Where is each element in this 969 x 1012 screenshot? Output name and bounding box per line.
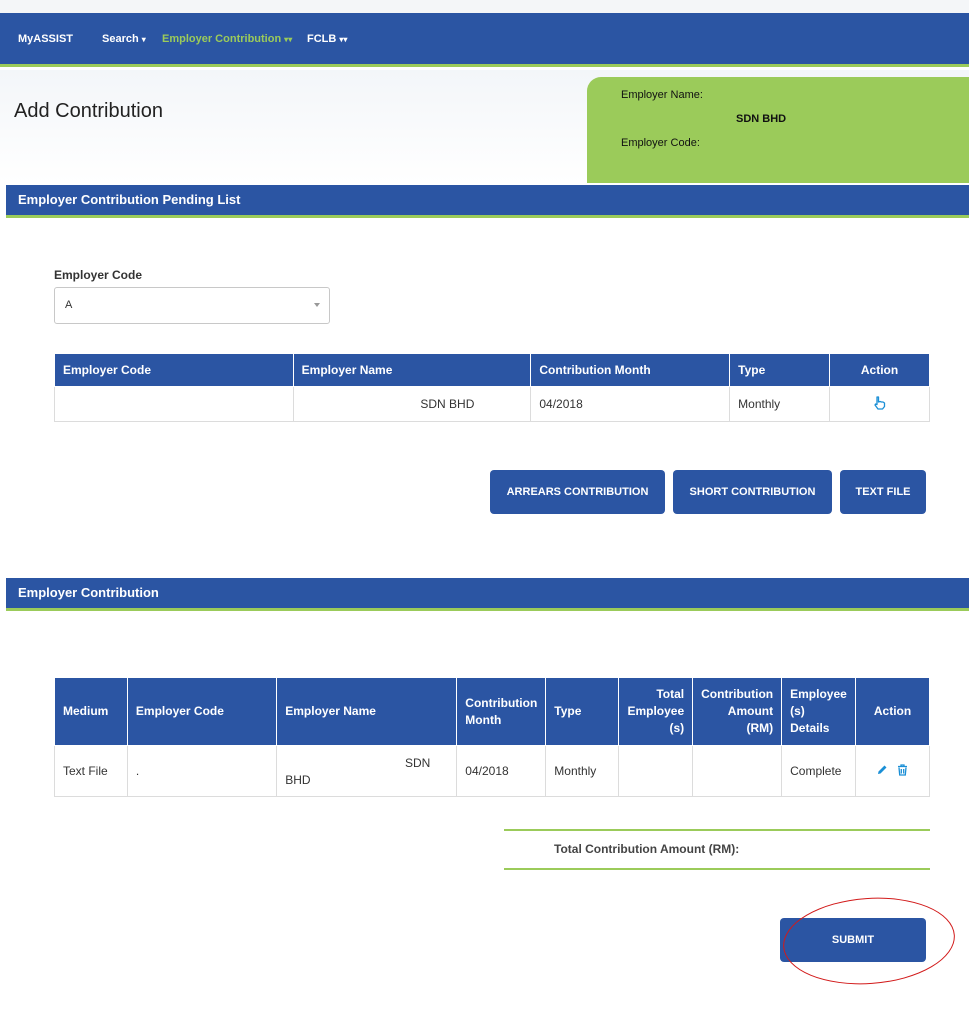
pointer-hand-icon[interactable] bbox=[873, 395, 886, 413]
employer-code-select-value: A bbox=[65, 299, 73, 311]
dropdown-arrow-icon bbox=[314, 303, 320, 307]
cell-contribution-month: 04/2018 bbox=[530, 386, 731, 422]
column-header: Employee (s) Details bbox=[781, 677, 857, 746]
cell-employer-name: SDN BHD bbox=[292, 386, 532, 422]
column-header: Contribution Amount (RM) bbox=[692, 677, 783, 746]
total-divider-top bbox=[504, 829, 930, 831]
table-row: SDN BHD 04/2018 Monthly bbox=[54, 386, 930, 422]
nav-search-label: Search bbox=[102, 33, 139, 45]
short-contribution-button[interactable]: SHORT CONTRIBUTION bbox=[673, 470, 832, 514]
cell-total-employees bbox=[618, 745, 694, 797]
cell-employer-code bbox=[54, 386, 294, 422]
cell-contribution-month: 04/2018 bbox=[456, 745, 547, 797]
top-strip bbox=[0, 0, 969, 13]
cell-type: Monthly bbox=[545, 745, 620, 797]
cell-contribution-amount bbox=[692, 745, 783, 797]
pending-list-table: Employer Code Employer Name Contribution… bbox=[54, 353, 930, 422]
page: MyASSIST Search ▾ Employer Contribution ▾▾… bbox=[0, 0, 969, 1012]
column-header: Type bbox=[545, 677, 620, 746]
employer-code-select[interactable]: A bbox=[54, 287, 330, 324]
cell-action bbox=[855, 745, 930, 797]
employer-contribution-table: Medium Employer Code Employer Name Contr… bbox=[54, 677, 930, 797]
trash-icon[interactable] bbox=[897, 764, 908, 779]
cell-employee-details: Complete bbox=[781, 745, 857, 797]
employer-contribution-header: Employer Contribution bbox=[6, 578, 969, 611]
employer-name-line2: BHD bbox=[285, 772, 311, 787]
nav-brand[interactable]: MyASSIST bbox=[18, 33, 73, 45]
column-header: Contribution Month bbox=[530, 353, 731, 387]
nav-employer-contribution[interactable]: Employer Contribution ▾▾ bbox=[162, 33, 292, 45]
annotation-circle bbox=[780, 892, 958, 990]
table-row: Text File . SDN BHD 04/2018 Monthly Comp… bbox=[54, 745, 930, 797]
employer-code-filter-label: Employer Code bbox=[54, 268, 143, 282]
arrears-contribution-button[interactable]: ARREARS CONTRIBUTION bbox=[490, 470, 665, 514]
employer-name-label: Employer Name: bbox=[621, 89, 703, 101]
column-header: Employer Name bbox=[292, 353, 532, 387]
pencil-icon[interactable] bbox=[877, 764, 888, 778]
employer-name-value: SDN BHD bbox=[736, 113, 787, 125]
chevron-down-icon: ▾▾ bbox=[339, 34, 348, 44]
column-header: Action bbox=[829, 353, 930, 387]
cell-employer-code: . bbox=[126, 745, 278, 797]
chevron-down-icon: ▾ bbox=[141, 34, 146, 44]
cell-type: Monthly bbox=[729, 386, 831, 422]
nav-employer-contribution-label: Employer Contribution bbox=[162, 33, 282, 45]
cell-medium: Text File bbox=[54, 745, 128, 797]
column-header: Contribution Month bbox=[456, 677, 547, 746]
column-header: Action bbox=[855, 677, 930, 746]
top-navbar: MyASSIST Search ▾ Employer Contribution ▾▾… bbox=[0, 13, 969, 67]
cell-action bbox=[829, 386, 930, 422]
column-header: Employer Name bbox=[276, 677, 458, 746]
cell-employer-name: SDN BHD bbox=[276, 745, 458, 797]
column-header: Type bbox=[729, 353, 831, 387]
column-header: Medium bbox=[54, 677, 128, 746]
table-header-row: Employer Code Employer Name Contribution… bbox=[54, 353, 930, 387]
nav-search[interactable]: Search ▾ bbox=[102, 33, 146, 45]
chevron-down-icon: ▾▾ bbox=[284, 34, 293, 44]
employer-code-label: Employer Code: bbox=[621, 137, 700, 149]
employer-info-panel: Employer Name: SDN BHD Employer Code: bbox=[587, 77, 969, 183]
nav-fclb[interactable]: FCLB ▾▾ bbox=[307, 33, 347, 45]
text-file-button[interactable]: TEXT FILE bbox=[840, 470, 926, 514]
total-contribution-label: Total Contribution Amount (RM): bbox=[554, 842, 740, 856]
column-header: Employer Code bbox=[54, 353, 294, 387]
nav-fclb-label: FCLB bbox=[307, 33, 337, 45]
column-header: Employer Code bbox=[126, 677, 278, 746]
column-header: Total Employee (s) bbox=[618, 677, 694, 746]
total-divider-bottom bbox=[504, 868, 930, 870]
pending-list-header: Employer Contribution Pending List bbox=[6, 185, 969, 218]
employer-name-line1: SDN bbox=[404, 755, 431, 770]
page-title: Add Contribution bbox=[14, 100, 163, 122]
table-header-row: Medium Employer Code Employer Name Contr… bbox=[54, 677, 930, 746]
